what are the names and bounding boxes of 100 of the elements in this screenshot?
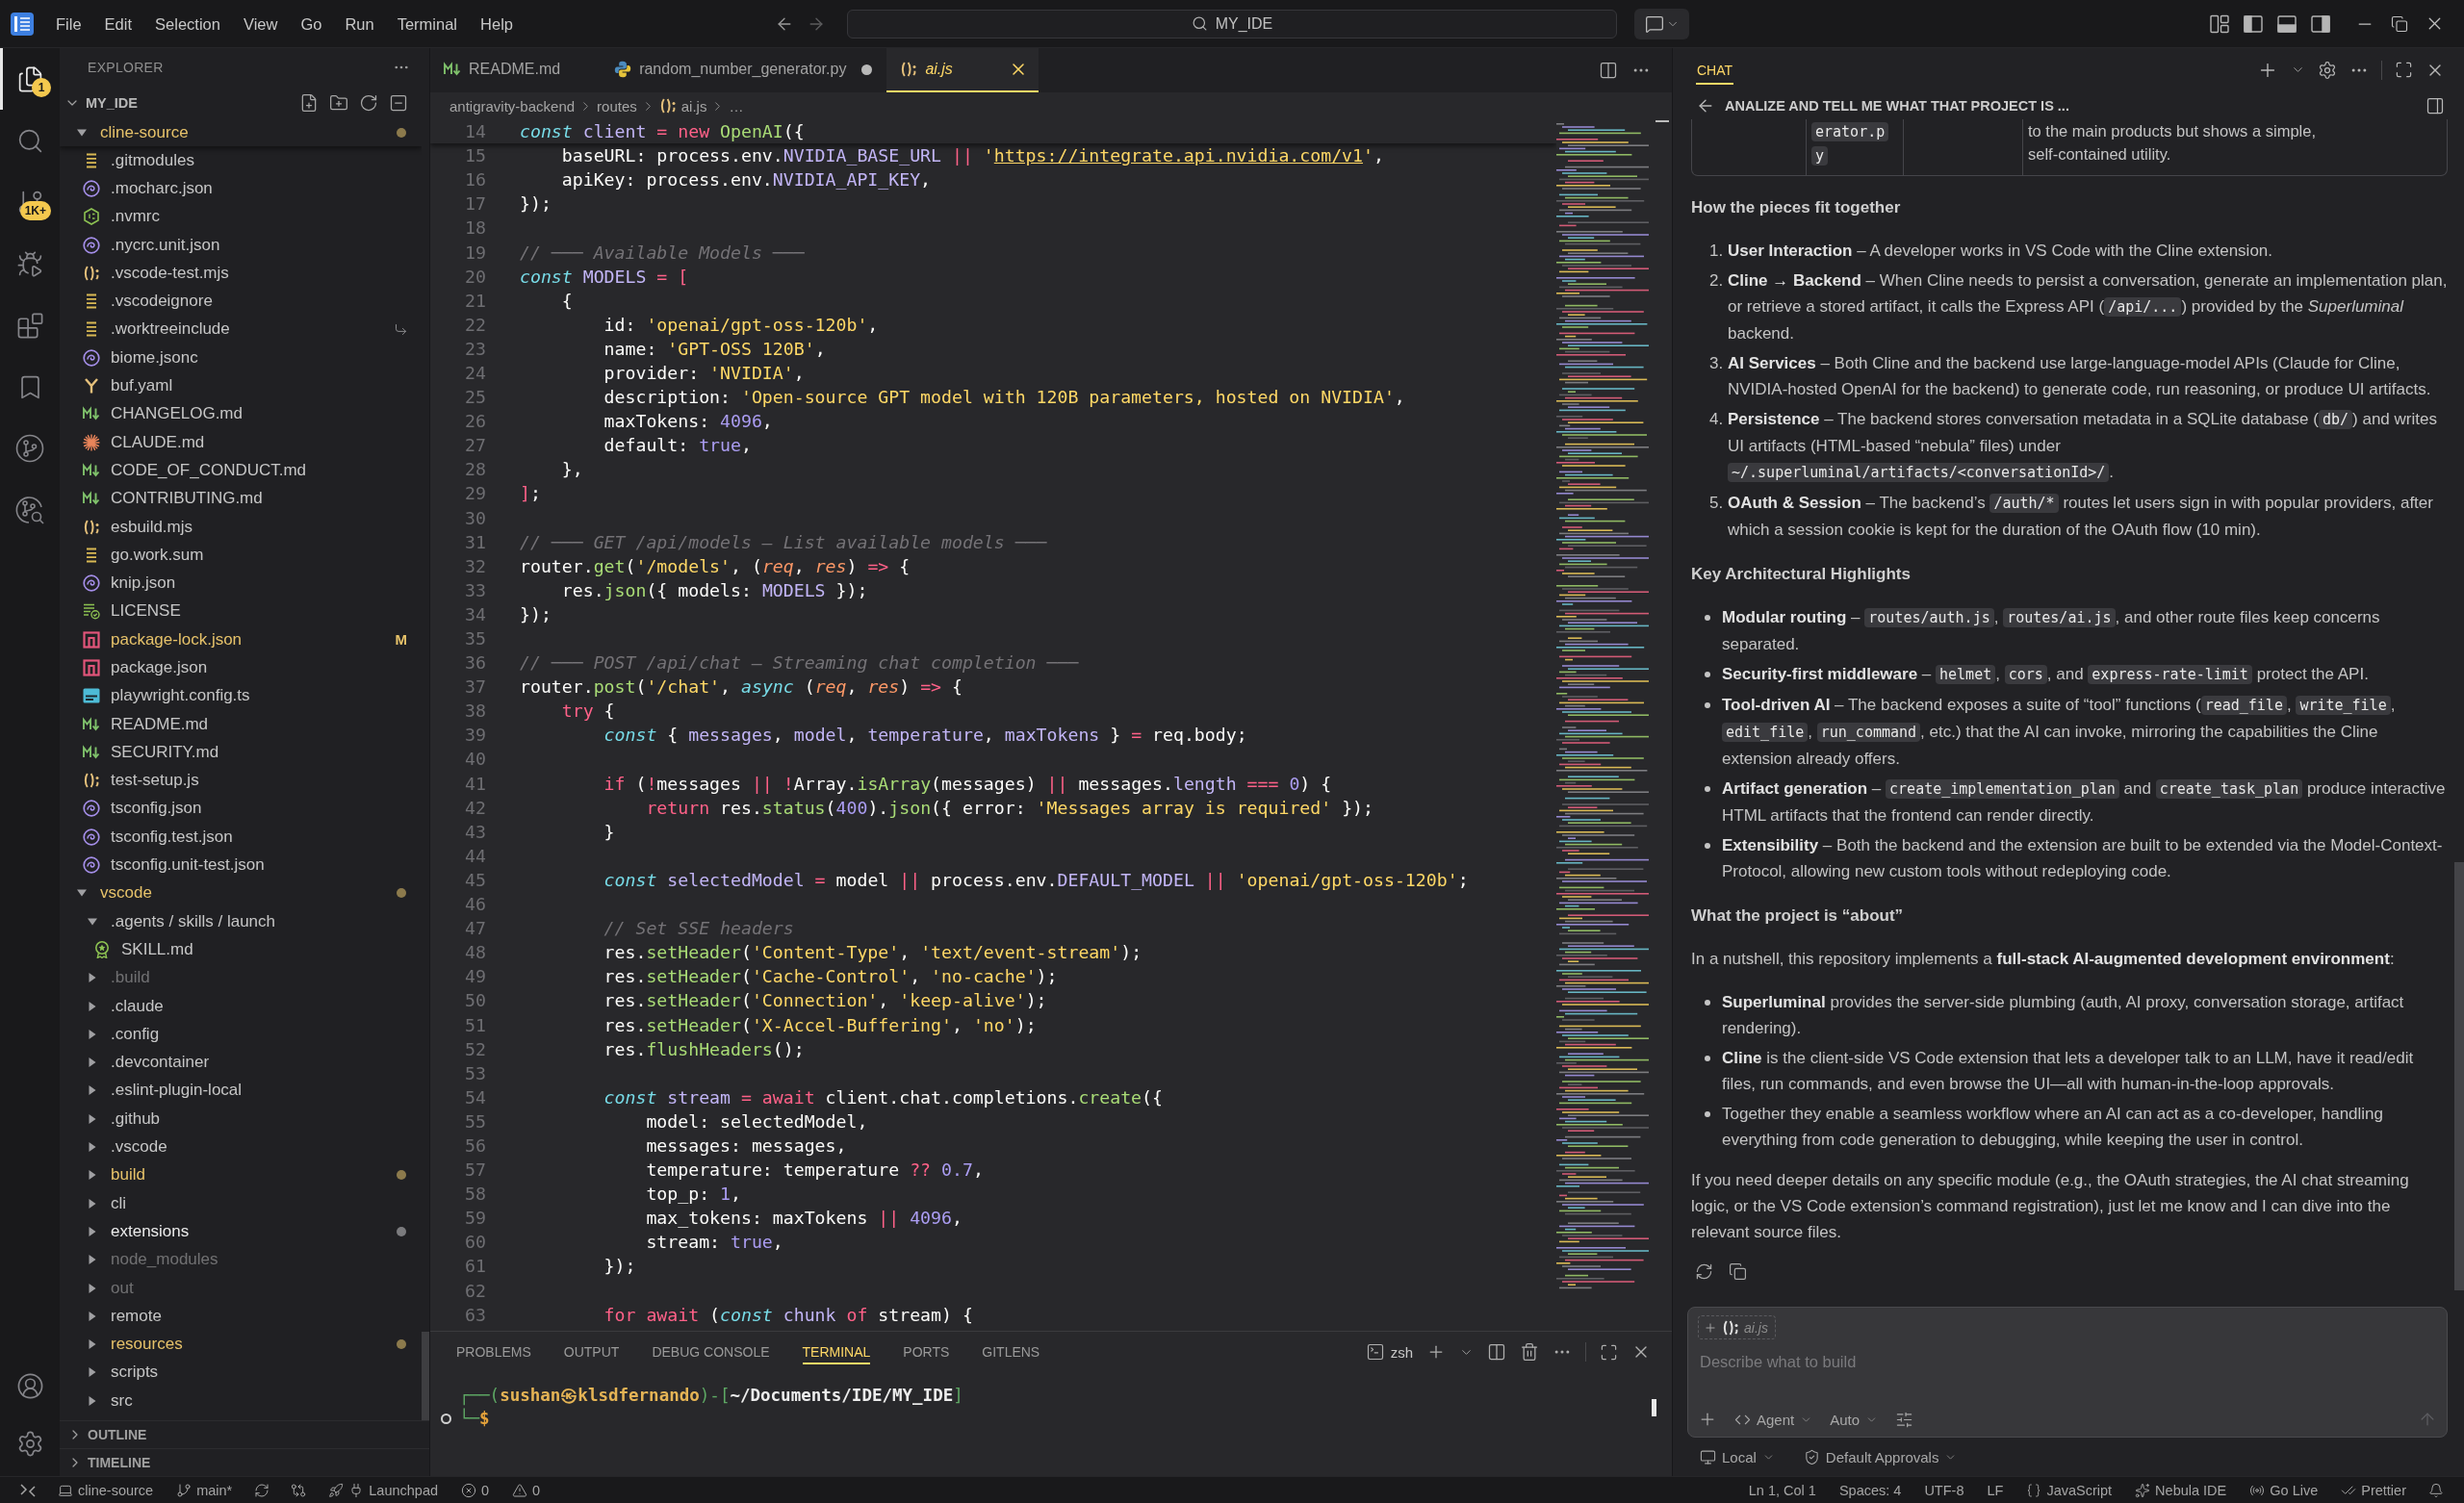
triangle-right-icon[interactable]: [88, 1001, 97, 1011]
tree-folder[interactable]: vscode: [60, 879, 422, 907]
menu-item[interactable]: View: [231, 10, 290, 38]
retry-icon[interactable]: [1695, 1262, 1713, 1281]
tree-entry[interactable]: package.json: [60, 653, 422, 682]
tree-entry[interactable]: LICENSE: [60, 597, 422, 626]
tree-folder[interactable]: build: [60, 1160, 422, 1189]
menu-item[interactable]: Run: [333, 10, 386, 38]
command-center[interactable]: MY_IDE: [847, 9, 1617, 38]
status-item[interactable]: Launchpad: [317, 1477, 449, 1503]
triangle-right-icon[interactable]: [88, 973, 97, 983]
menu-item[interactable]: File: [44, 10, 93, 38]
menu-item[interactable]: Terminal: [385, 10, 470, 38]
branch-circle-icon[interactable]: [15, 434, 44, 463]
tree-entry[interactable]: tsconfig.unit-test.json: [60, 851, 422, 879]
tree-folder[interactable]: .agents / skills / launch: [60, 907, 422, 936]
tree-entry[interactable]: SECURITY.md: [60, 738, 422, 767]
tree-entry[interactable]: SKILL.md: [60, 935, 422, 964]
panel-tab[interactable]: OUTPUT: [563, 1339, 620, 1364]
triangle-right-icon[interactable]: [88, 1367, 97, 1378]
panel-tab[interactable]: GITLENS: [982, 1339, 1040, 1364]
status-item[interactable]: Prettier: [2329, 1477, 2418, 1503]
panel-tab[interactable]: DEBUG CONSOLE: [652, 1339, 770, 1364]
triangle-right-icon[interactable]: [88, 1142, 97, 1153]
triangle-right-icon[interactable]: [88, 1226, 97, 1236]
triangle-right-icon[interactable]: [88, 1198, 97, 1209]
triangle-right-icon[interactable]: [88, 1283, 97, 1293]
triangle-right-icon[interactable]: [88, 1029, 97, 1039]
tree-entry[interactable]: buf.yaml: [60, 371, 422, 400]
split-icon[interactable]: [1487, 1342, 1506, 1362]
new-file-icon[interactable]: [299, 93, 319, 113]
editor-tab[interactable]: random_number_generator.py: [601, 48, 887, 92]
triangle-down-icon[interactable]: [77, 888, 87, 899]
editor-tab[interactable]: ai.js: [886, 48, 1040, 92]
triangle-right-icon[interactable]: [88, 1170, 97, 1181]
status-item[interactable]: Nebula IDE: [2123, 1477, 2239, 1503]
triangle-right-icon[interactable]: [88, 1339, 97, 1350]
branch-magnifier-icon[interactable]: [15, 496, 44, 524]
tree-entry[interactable]: biome.jsonc: [60, 344, 422, 372]
tree-entry[interactable]: package-lock.json M: [60, 625, 422, 654]
chat-tab[interactable]: CHAT: [1696, 55, 1734, 85]
tree-folder[interactable]: .claude: [60, 991, 422, 1021]
collapse-icon[interactable]: [389, 93, 408, 113]
menu-item[interactable]: Selection: [143, 10, 232, 38]
tree-folder[interactable]: .vscode: [60, 1133, 422, 1161]
tree-folder[interactable]: .github: [60, 1105, 422, 1134]
refresh-icon[interactable]: [359, 93, 378, 113]
panel-tab[interactable]: PROBLEMS: [456, 1339, 531, 1364]
copy-icon[interactable]: [1729, 1262, 1747, 1281]
tree-folder[interactable]: scripts: [60, 1358, 422, 1388]
chat-input[interactable]: Describe what to build: [1698, 1349, 2437, 1388]
footer-selector[interactable]: Local: [1700, 1448, 1775, 1465]
account-icon[interactable]: [15, 1371, 44, 1400]
status-item[interactable]: JavaScript: [2015, 1477, 2124, 1503]
tree-folder[interactable]: resources: [60, 1330, 422, 1359]
triangle-down-icon[interactable]: [88, 916, 97, 927]
attachment-chip[interactable]: ai.js: [1698, 1315, 1776, 1339]
tree-entry[interactable]: .nycrc.unit.json: [60, 230, 422, 260]
tree-entry[interactable]: tsconfig.test.json: [60, 823, 422, 852]
bell-icon[interactable]: [2428, 1482, 2444, 1498]
tree-folder[interactable]: cli: [60, 1189, 422, 1218]
tree-folder[interactable]: .config: [60, 1020, 422, 1049]
tree-folder[interactable]: src: [60, 1387, 422, 1415]
chat-toggle-button[interactable]: [1634, 8, 1689, 39]
tree-entry[interactable]: CHANGELOG.md: [60, 399, 422, 428]
status-item[interactable]: Go Live: [2238, 1477, 2330, 1503]
triangle-right-icon[interactable]: [88, 1395, 97, 1406]
remote-icon[interactable]: [20, 1482, 36, 1498]
split-editor-icon[interactable]: [1599, 61, 1618, 80]
editor-tab[interactable]: README.md: [430, 48, 602, 92]
section-title[interactable]: OUTLINE: [88, 1427, 147, 1442]
sliders-icon[interactable]: [1895, 1410, 1914, 1429]
tree-entry[interactable]: tsconfig.json: [60, 794, 422, 824]
status-item[interactable]: main*: [165, 1477, 244, 1503]
tree-folder[interactable]: .devcontainer: [60, 1048, 422, 1077]
sync-icon[interactable]: [254, 1482, 270, 1498]
triangle-right-icon[interactable]: [88, 1085, 97, 1096]
tree-entry[interactable]: README.md: [60, 709, 422, 739]
new-folder-icon[interactable]: [329, 93, 348, 113]
settings-icon[interactable]: [2318, 60, 2337, 80]
panel-tab[interactable]: PORTS: [903, 1339, 950, 1364]
status-item[interactable]: Ln 1, Col 1: [1736, 1477, 1828, 1503]
tree-entry[interactable]: .gitmodules: [60, 146, 422, 175]
workspace-name[interactable]: MY_IDE: [86, 95, 138, 111]
sidebar-right-icon[interactable]: [2426, 95, 2445, 115]
model-selector[interactable]: Auto: [1830, 1411, 1879, 1428]
breadcrumb-item[interactable]: antigravity-backend: [449, 97, 576, 115]
blocks-icon[interactable]: [15, 311, 44, 340]
tree-entry[interactable]: CONTRIBUTING.md: [60, 484, 422, 513]
section-title[interactable]: TIMELINE: [88, 1455, 151, 1470]
trash-icon[interactable]: [1520, 1342, 1539, 1362]
tree-folder[interactable]: cline-source: [60, 119, 422, 146]
triangle-right-icon[interactable]: [88, 1255, 97, 1265]
tree-entry[interactable]: .vscode-test.mjs: [60, 259, 422, 288]
tree-folder[interactable]: .eslint-plugin-local: [60, 1076, 422, 1106]
status-item[interactable]: LF: [1975, 1477, 2015, 1503]
compare-arrows-icon[interactable]: [291, 1482, 307, 1498]
status-item[interactable]: cline-source: [46, 1477, 166, 1503]
tree-entry[interactable]: .nvmrc: [60, 202, 422, 231]
menu-item[interactable]: Go: [289, 10, 334, 38]
